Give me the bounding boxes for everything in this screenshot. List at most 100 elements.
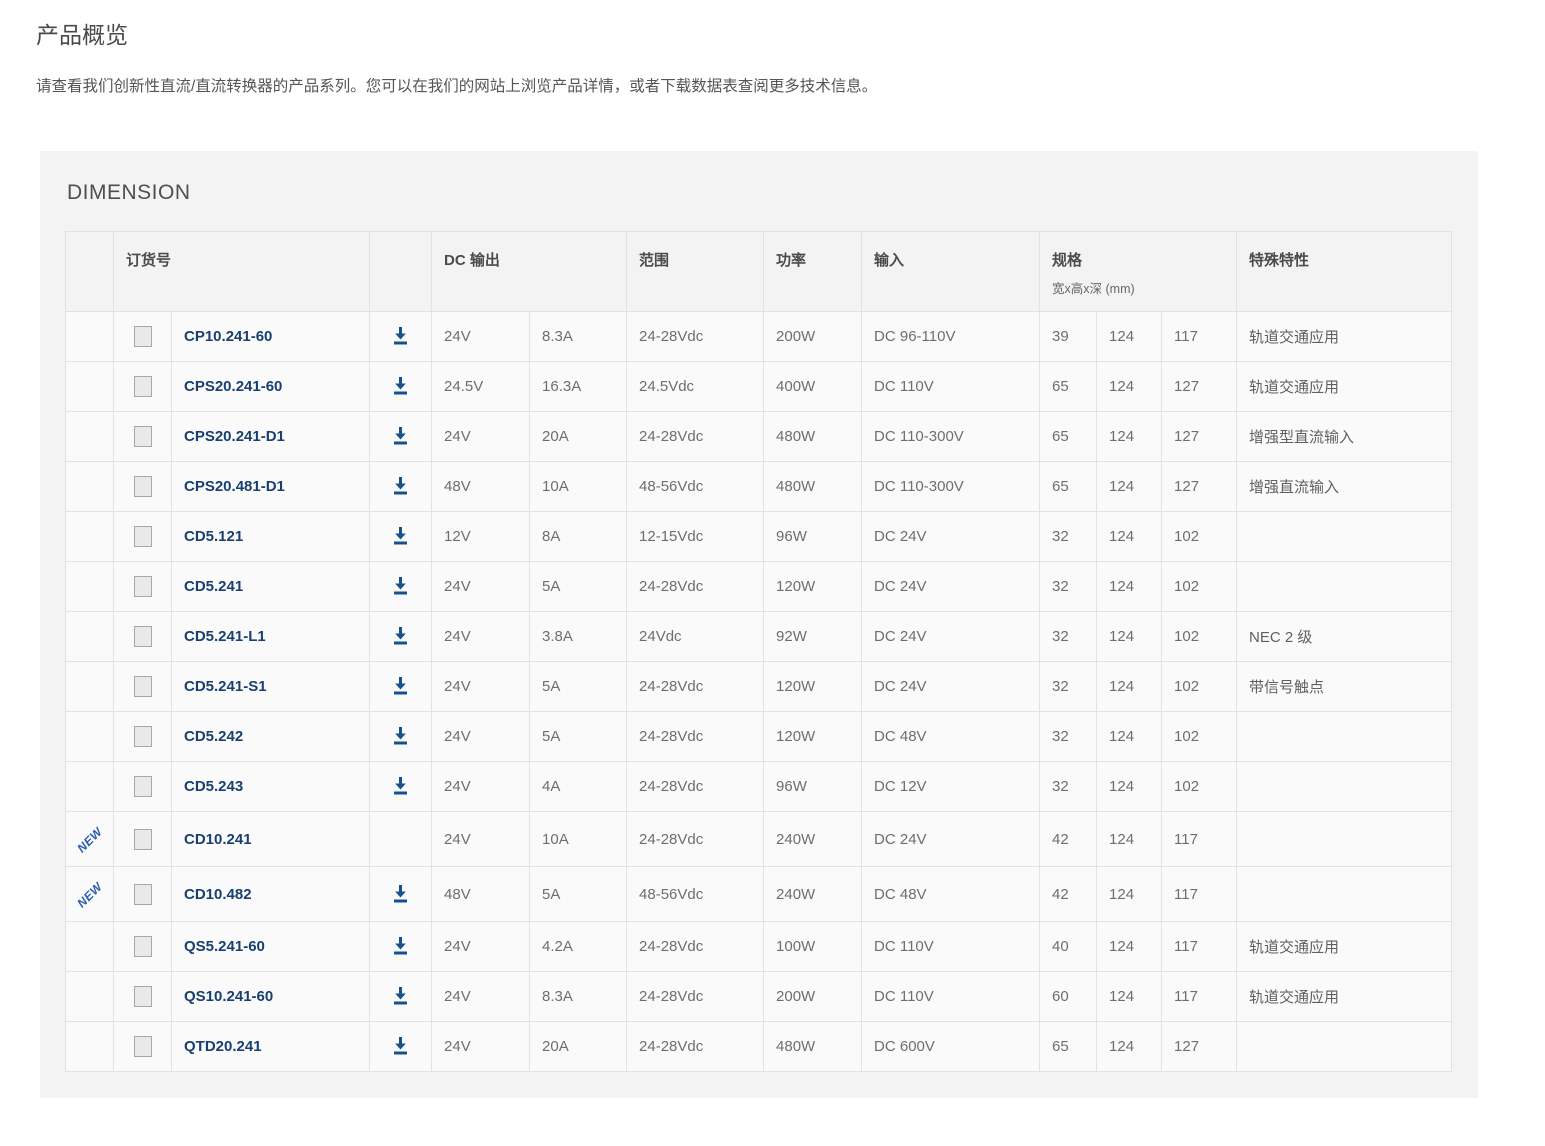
page-description: 请查看我们创新性直流/直流转换器的产品系列。您可以在我们的网站上浏览产品详情，或… [36, 74, 1545, 96]
product-checkbox[interactable] [134, 326, 152, 347]
new-badge-cell [66, 922, 114, 972]
product-link[interactable]: QS5.241-60 [184, 938, 265, 955]
special-feature-cell: 轨道交通应用 [1237, 362, 1452, 412]
spec-height-cell: 124 [1097, 312, 1162, 362]
download-cell [370, 462, 432, 512]
range-cell: 24-28Vdc [627, 922, 764, 972]
header-spec-subtitle: 宽x高x深 (mm) [1052, 278, 1228, 297]
download-cell [370, 312, 432, 362]
table-row: CD5.241-S1 24V 5A 24-28Vdc 120W DC 24V 3… [66, 662, 1452, 712]
product-checkbox[interactable] [134, 526, 152, 547]
product-name-cell: CPS20.241-60 [172, 362, 370, 412]
download-icon[interactable] [392, 527, 409, 546]
product-checkbox[interactable] [134, 476, 152, 497]
new-badge-cell [66, 762, 114, 812]
product-link[interactable]: CPS20.481-D1 [184, 478, 285, 495]
table-row: QS10.241-60 24V 8.3A 24-28Vdc 200W DC 11… [66, 972, 1452, 1022]
spec-height-cell: 124 [1097, 612, 1162, 662]
download-icon[interactable] [392, 727, 409, 746]
special-feature-cell [1237, 762, 1452, 812]
spec-width-cell: 42 [1040, 867, 1097, 922]
product-link[interactable]: CPS20.241-60 [184, 378, 282, 395]
product-name-cell: QTD20.241 [172, 1022, 370, 1072]
dc-output-current-cell: 8.3A [530, 972, 627, 1022]
dc-output-current-cell: 10A [530, 462, 627, 512]
spec-depth-cell: 127 [1162, 462, 1237, 512]
download-icon[interactable] [392, 427, 409, 446]
table-row: NEW CD10.241 24V 10A 24-28Vdc 240W DC 24… [66, 812, 1452, 867]
dc-output-voltage-cell: 24V [432, 972, 530, 1022]
product-checkbox[interactable] [134, 376, 152, 397]
product-link[interactable]: CD5.241-L1 [184, 628, 266, 645]
dc-output-voltage-cell: 24V [432, 812, 530, 867]
table-header-row: 订货号 DC 输出 范围 功率 输入 规格 宽x高x深 (mm) 特殊特性 [66, 232, 1452, 312]
table-row: CD5.243 24V 4A 24-28Vdc 96W DC 12V 32 12… [66, 762, 1452, 812]
table-row: CPS20.481-D1 48V 10A 48-56Vdc 480W DC 11… [66, 462, 1452, 512]
product-link[interactable]: CD5.242 [184, 728, 243, 745]
product-checkbox[interactable] [134, 776, 152, 797]
spec-height-cell: 124 [1097, 462, 1162, 512]
product-link[interactable]: QS10.241-60 [184, 988, 273, 1005]
download-cell [370, 562, 432, 612]
power-cell: 480W [764, 412, 862, 462]
product-link[interactable]: CPS20.241-D1 [184, 428, 285, 445]
product-checkbox[interactable] [134, 676, 152, 697]
download-icon[interactable] [392, 1037, 409, 1056]
spec-height-cell: 124 [1097, 1022, 1162, 1072]
download-icon[interactable] [392, 377, 409, 396]
product-link[interactable]: CD5.241-S1 [184, 678, 267, 695]
product-checkbox[interactable] [134, 576, 152, 597]
download-icon[interactable] [392, 577, 409, 596]
checkbox-cell [114, 412, 172, 462]
product-link[interactable]: CD5.241 [184, 578, 243, 595]
checkbox-cell [114, 312, 172, 362]
product-overview-panel: DIMENSION 订货号 DC 输出 范围 功率 输入 规格 [40, 151, 1478, 1098]
input-cell: DC 600V [862, 1022, 1040, 1072]
product-checkbox[interactable] [134, 986, 152, 1007]
product-link[interactable]: CP10.241-60 [184, 328, 272, 345]
product-name-cell: QS10.241-60 [172, 972, 370, 1022]
product-name-cell: CD5.242 [172, 712, 370, 762]
download-icon[interactable] [392, 987, 409, 1006]
download-icon[interactable] [392, 477, 409, 496]
new-badge: NEW [74, 824, 105, 855]
product-checkbox[interactable] [134, 426, 152, 447]
download-icon[interactable] [392, 627, 409, 646]
download-icon[interactable] [392, 327, 409, 346]
download-icon[interactable] [392, 677, 409, 696]
header-download-spacer [370, 232, 432, 312]
spec-height-cell: 124 [1097, 867, 1162, 922]
dc-output-voltage-cell: 24V [432, 312, 530, 362]
dc-output-voltage-cell: 24V [432, 712, 530, 762]
power-cell: 120W [764, 662, 862, 712]
download-icon[interactable] [392, 777, 409, 796]
product-checkbox[interactable] [134, 936, 152, 957]
product-link[interactable]: QTD20.241 [184, 1038, 262, 1055]
input-cell: DC 110V [862, 362, 1040, 412]
product-name-cell: CD5.243 [172, 762, 370, 812]
product-checkbox[interactable] [134, 726, 152, 747]
new-badge-cell [66, 662, 114, 712]
product-link[interactable]: CD5.121 [184, 528, 243, 545]
product-checkbox[interactable] [134, 626, 152, 647]
new-badge-cell [66, 1022, 114, 1072]
download-icon[interactable] [392, 937, 409, 956]
product-checkbox[interactable] [134, 1036, 152, 1057]
new-badge-cell [66, 362, 114, 412]
range-cell: 24-28Vdc [627, 812, 764, 867]
page: 产品概览 请查看我们创新性直流/直流转换器的产品系列。您可以在我们的网站上浏览产… [0, 16, 1545, 1146]
product-link[interactable]: CD5.243 [184, 778, 243, 795]
product-checkbox[interactable] [134, 829, 152, 850]
checkbox-cell [114, 812, 172, 867]
product-link[interactable]: CD10.482 [184, 886, 252, 903]
download-icon[interactable] [392, 885, 409, 904]
dc-output-current-cell: 5A [530, 867, 627, 922]
spec-depth-cell: 127 [1162, 362, 1237, 412]
product-link[interactable]: CD10.241 [184, 831, 252, 848]
spec-width-cell: 32 [1040, 562, 1097, 612]
range-cell: 48-56Vdc [627, 867, 764, 922]
input-cell: DC 24V [862, 512, 1040, 562]
product-checkbox[interactable] [134, 884, 152, 905]
range-cell: 24-28Vdc [627, 662, 764, 712]
input-cell: DC 110-300V [862, 412, 1040, 462]
